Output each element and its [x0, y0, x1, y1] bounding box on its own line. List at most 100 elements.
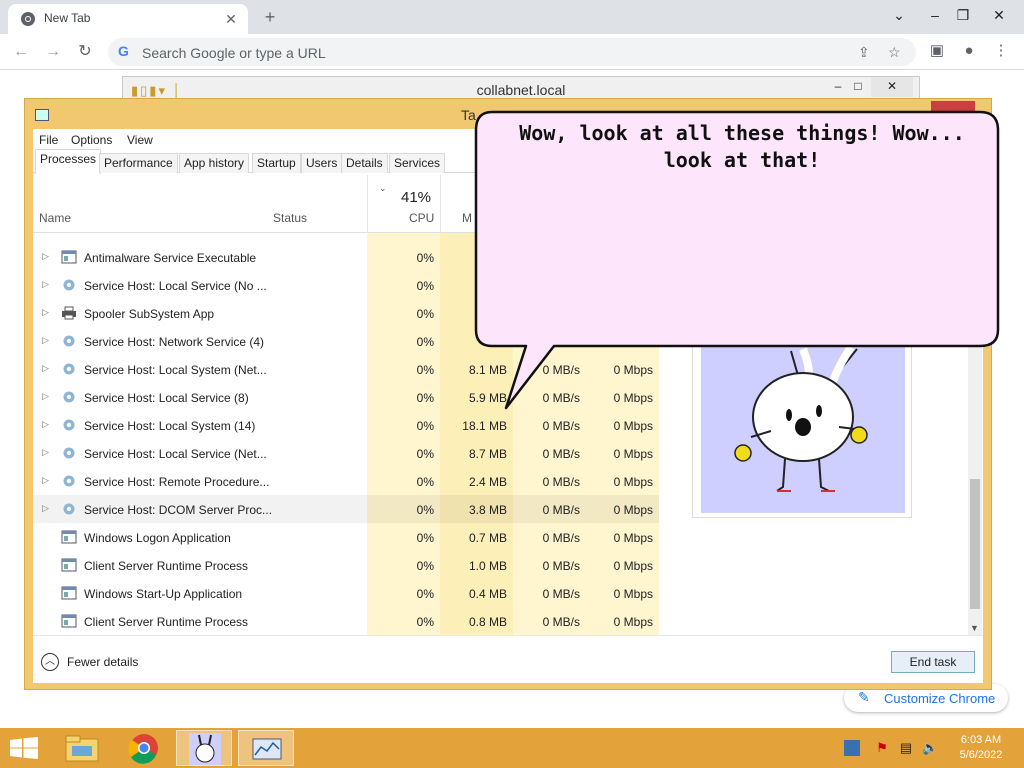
process-name: Service Host: DCOM Server Proc... [84, 503, 273, 517]
taskbar-bunny-app[interactable] [176, 730, 232, 766]
expand-chevron-icon[interactable]: ▷ [42, 279, 49, 290]
menu-file[interactable]: File [39, 133, 58, 147]
process-cpu: 0% [416, 391, 434, 405]
tab-app-history[interactable]: App history [179, 153, 250, 173]
window-icon [61, 614, 77, 628]
process-cpu: 0% [416, 419, 434, 433]
process-row[interactable]: ▷ Service Host: Remote Procedure... 0% 2.4 … [33, 467, 659, 495]
clock-date: 5/6/2022 [959, 749, 1003, 761]
tray-device-icon[interactable]: ▤ [898, 740, 914, 756]
column-header-name[interactable]: Name [39, 211, 71, 225]
minimize-icon[interactable]: – [920, 2, 950, 28]
gear-icon [61, 446, 77, 460]
close-window-icon[interactable]: ✕ [984, 2, 1014, 28]
omnibox[interactable]: G Search Google or type a URL ⇪ ☆ [108, 38, 916, 66]
scroll-down-arrow-icon[interactable]: ▼ [970, 623, 979, 633]
column-separator [440, 175, 441, 233]
expand-chevron-icon[interactable]: ▷ [42, 503, 49, 514]
explorer-window-title: collabnet.local [476, 82, 566, 98]
process-row[interactable]: ▷ Service Host: Local Service (Net... 0% 8.… [33, 439, 659, 467]
tab-processes[interactable]: Processes [35, 149, 102, 174]
process-cpu: 0% [416, 335, 434, 349]
column-header-status[interactable]: Status [273, 211, 307, 225]
menu-options[interactable]: Options [71, 133, 112, 147]
side-panel-icon[interactable]: ▣ [926, 40, 948, 62]
bookmark-star-icon[interactable]: ☆ [888, 44, 901, 61]
taskbar-clock[interactable]: 6:03 AM 5/6/2022 [950, 733, 1012, 763]
tab-close-icon[interactable]: ✕ [222, 10, 240, 28]
windows-taskbar: ⚑ ▤ 🔈 6:03 AM 5/6/2022 [0, 728, 1024, 768]
tray-network-icon[interactable] [844, 740, 860, 756]
process-row[interactable]: Windows Logon Application 0% 0.7 MB 0 MB/s 0… [33, 523, 659, 551]
expand-chevron-icon[interactable]: ▷ [42, 335, 49, 346]
pencil-icon: ✎ [858, 689, 870, 705]
menu-view[interactable]: View [127, 133, 153, 147]
tray-flag-icon[interactable]: ⚑ [874, 740, 890, 756]
taskbar-chrome[interactable] [116, 730, 172, 766]
share-icon[interactable]: ⇪ [858, 44, 870, 61]
gear-icon [61, 334, 77, 348]
process-name: Service Host: Local Service (No ... [84, 279, 267, 293]
process-disk: 0 MB/s [542, 475, 580, 489]
expand-chevron-icon[interactable]: ▷ [42, 419, 49, 430]
tab-search-chevron-icon[interactable]: ⌄ [884, 2, 914, 28]
process-name: Antimalware Service Executable [84, 251, 257, 265]
expand-chevron-icon[interactable]: ▷ [42, 363, 49, 374]
taskbar-task-manager[interactable] [238, 730, 294, 766]
process-name: Service Host: Local System (14) [84, 419, 256, 433]
reload-icon[interactable]: ↻ [72, 40, 98, 64]
tab-details[interactable]: Details [341, 153, 388, 173]
tab-title: New Tab [44, 11, 91, 25]
profile-avatar-icon[interactable]: ● [958, 40, 980, 62]
gear-icon [61, 502, 77, 516]
tab-startup[interactable]: Startup [252, 153, 301, 173]
column-header-cpu[interactable]: CPU [409, 211, 434, 225]
new-tab-button[interactable]: + [258, 6, 282, 28]
process-cpu: 0% [416, 251, 434, 265]
process-name: Service Host: Local System (Net... [84, 363, 267, 377]
chrome-menu-icon[interactable]: ⋮ [990, 40, 1012, 62]
scrollbar-thumb[interactable] [970, 479, 980, 609]
printer-icon [61, 306, 77, 320]
expand-chevron-icon[interactable]: ▷ [42, 475, 49, 486]
process-name: Service Host: Local Service (Net... [84, 447, 267, 461]
process-cpu: 0% [416, 363, 434, 377]
expand-chevron-icon[interactable]: ▷ [42, 447, 49, 458]
process-row[interactable]: ▷ Service Host: DCOM Server Proc... 0% 3.8 … [33, 495, 659, 523]
process-row[interactable]: Windows Start-Up Application 0% 0.4 MB 0 MB… [33, 579, 659, 607]
explorer-close-icon[interactable]: ✕ [871, 77, 913, 97]
expand-chevron-icon[interactable]: ▷ [42, 251, 49, 262]
tab-new-tab[interactable]: New Tab ✕ [8, 4, 248, 34]
gear-icon [61, 390, 77, 404]
back-icon[interactable]: ← [8, 40, 34, 64]
file-explorer-icon [65, 735, 99, 762]
explorer-maximize-icon[interactable]: □ [843, 77, 873, 97]
process-cpu: 0% [416, 503, 434, 517]
process-name: Windows Start-Up Application [84, 587, 243, 601]
process-memory: 1.0 MB [468, 559, 507, 573]
windows-start-icon[interactable] [10, 737, 38, 759]
expand-chevron-icon[interactable]: ▷ [42, 307, 49, 318]
tab-performance[interactable]: Performance [99, 153, 178, 173]
gear-icon [61, 362, 77, 376]
process-cpu: 0% [416, 475, 434, 489]
process-memory: 8.7 MB [468, 447, 507, 461]
expand-chevron-icon[interactable]: ▷ [42, 391, 49, 402]
task-manager-app-icon [35, 109, 49, 121]
process-network: 0 Mbps [613, 419, 653, 433]
google-g-icon: G [118, 43, 129, 59]
process-name: Client Server Runtime Process [84, 559, 249, 573]
process-row[interactable]: Client Server Runtime Process 0% 1.0 MB 0 M… [33, 551, 659, 579]
forward-icon[interactable]: → [40, 40, 66, 64]
restore-icon[interactable]: ❐ [948, 2, 978, 28]
gear-icon [61, 418, 77, 432]
process-row[interactable]: ▷ Service Host: Local System (14) 0% 18.1 M… [33, 411, 659, 439]
end-task-button[interactable]: End task [891, 651, 975, 673]
tab-users[interactable]: Users [301, 153, 343, 173]
process-row[interactable]: Client Server Runtime Process 0% 0.8 MB 0 M… [33, 607, 659, 635]
taskbar-file-explorer[interactable] [54, 730, 110, 766]
tray-volume-muted-icon[interactable]: 🔈 [922, 740, 938, 756]
process-name: Client Server Runtime Process [84, 615, 249, 629]
tab-services[interactable]: Services [389, 153, 446, 173]
fewer-details-label: Fewer details [67, 655, 139, 669]
